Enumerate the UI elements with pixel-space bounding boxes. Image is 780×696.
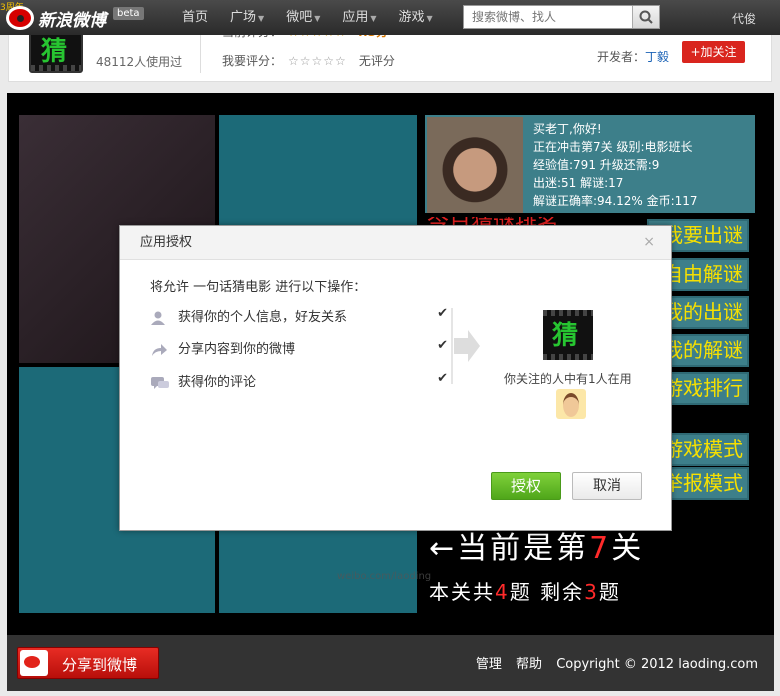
main-nav: 首页 广场 ▼ 微吧 ▼ 应用 ▼ 游戏 ▼ (182, 0, 455, 35)
level-number: 7 (589, 531, 612, 566)
arrow-right-icon (451, 308, 480, 384)
follow-button[interactable]: +加关注 (682, 41, 745, 63)
weibo-eye-icon (6, 6, 34, 30)
dialog-intro: 将允许 一句话猜电影 进行以下操作： (150, 280, 367, 295)
developer-info: 开发者：丁毅 (597, 48, 669, 65)
permission-item: 获得你的个人信息，好友关系 ✔ (150, 306, 448, 325)
share-label: 分享到微博 (62, 656, 138, 674)
search-input[interactable] (464, 6, 629, 28)
developer-label: 开发者： (597, 50, 646, 64)
question-count: 本关共4题 剩余3题 (429, 576, 621, 605)
checkmark-icon: ✔ (437, 371, 448, 386)
caret-down-icon: ▼ (370, 14, 377, 23)
count-prefix: 本关共 (429, 580, 495, 604)
dialog-app-icon: 猜 (543, 310, 593, 360)
rating-stars[interactable]: ☆☆☆☆☆ (288, 54, 347, 68)
search-box (463, 5, 660, 29)
search-icon (639, 10, 653, 24)
player-counts: 出迷:51 解谜:17 (533, 176, 624, 190)
weibo-logo-icon (20, 650, 48, 676)
auth-dialog: 应用授权 × 将允许 一句话猜电影 进行以下操作： 获得你的个人信息，好友关系 … (119, 225, 672, 531)
user-icon (151, 311, 165, 325)
footer-links: 管理 帮助 Copyright © 2012 laoding.com (466, 653, 758, 672)
player-panel: 买老丁,你好! 正在冲击第7关 级别:电影班长 经验值:791 升级还需:9 出… (425, 115, 755, 213)
player-exp: 经验值:791 升级还需:9 (533, 158, 660, 172)
count-left: 3 (584, 580, 599, 604)
caret-down-icon: ▼ (314, 14, 321, 23)
game-footer: 分享到微博 管理 帮助 Copyright © 2012 laoding.com (7, 635, 774, 691)
no-score-text: 无评分 (358, 54, 395, 68)
permission-label: 获得你的评论 (178, 375, 257, 390)
player-avatar (427, 117, 523, 213)
brand-name: 新浪微博 (38, 11, 106, 31)
nav-label: 应用 (342, 10, 369, 25)
manage-link[interactable]: 管理 (476, 657, 502, 672)
comment-icon (151, 376, 169, 389)
my-score: 我要评分： ☆☆☆☆☆ 无评分 (222, 52, 395, 69)
nav-home[interactable]: 首页 (182, 0, 208, 35)
level-prefix: 当前是第 (457, 531, 590, 566)
app-icon-char: 猜 (41, 37, 68, 67)
help-link[interactable]: 帮助 (516, 657, 542, 672)
developer-link[interactable]: 丁毅 (645, 50, 669, 64)
permission-item: 分享内容到你的微博 ✔ (150, 338, 448, 357)
count-total: 4 (495, 580, 510, 604)
checkmark-icon: ✔ (437, 306, 448, 321)
top-nav-bar: 3周年 新浪微博 beta 首页 广场▼ 微吧▼ 应用▼ 游戏▼ 代俊 (0, 0, 780, 35)
count-suffix: 题 (598, 580, 621, 604)
permission-label: 分享内容到你的微博 (178, 342, 296, 357)
nav-label: 游戏 (398, 10, 425, 25)
nav-label: 微吧 (286, 10, 313, 25)
beta-badge: beta (113, 7, 144, 20)
nav-apps[interactable]: 应用 ▼ (342, 0, 376, 35)
share-to-weibo-button[interactable]: 分享到微博 (17, 647, 159, 679)
checkmark-icon: ✔ (437, 338, 448, 353)
count-mid: 题 剩余 (509, 580, 585, 604)
username-link[interactable]: 代俊 (732, 10, 756, 27)
watermark: weibo.com/laoding (337, 571, 432, 582)
caret-down-icon: ▼ (426, 14, 433, 23)
nav-weiba[interactable]: 微吧 ▼ (286, 0, 320, 35)
player-info: 买老丁,你好! 正在冲击第7关 级别:电影班长 经验值:791 升级还需:9 出… (533, 120, 698, 210)
usage-count: 48112人使用过 (96, 55, 183, 69)
copyright-text: Copyright © 2012 laoding.com (556, 657, 758, 672)
cancel-button[interactable]: 取消 (572, 472, 642, 500)
authorize-button[interactable]: 授权 (491, 472, 561, 500)
filmstrip (543, 354, 593, 360)
friends-using-text: 你关注的人中有1人在用 (504, 372, 632, 386)
close-icon[interactable]: × (643, 234, 655, 250)
weibo-logo[interactable]: 3周年 新浪微博 beta (0, 0, 180, 35)
arrow-left-icon: ← (429, 531, 458, 566)
app-icon-char: 猜 (552, 321, 579, 351)
player-greeting: 买老丁,你好! (533, 122, 602, 136)
nav-label: 首页 (182, 10, 209, 25)
nav-square[interactable]: 广场 ▼ (230, 0, 264, 35)
share-icon (152, 343, 167, 356)
player-level: 正在冲击第7关 级别:电影班长 (533, 140, 693, 154)
permission-label: 获得你的个人信息，好友关系 (178, 310, 348, 325)
dialog-title: 应用授权 (120, 226, 671, 260)
caret-down-icon: ▼ (258, 14, 265, 23)
player-accuracy: 解谜正确率:94.12% 金币:117 (533, 194, 698, 208)
friend-avatar[interactable] (556, 389, 586, 419)
search-button[interactable] (632, 6, 659, 28)
filmstrip (31, 65, 81, 71)
my-score-label: 我要评分： (222, 54, 283, 68)
permission-item: 获得你的评论 ✔ (150, 371, 448, 390)
nav-games[interactable]: 游戏 ▼ (399, 0, 433, 35)
nav-label: 广场 (230, 10, 257, 25)
level-suffix: 关 (611, 531, 645, 566)
